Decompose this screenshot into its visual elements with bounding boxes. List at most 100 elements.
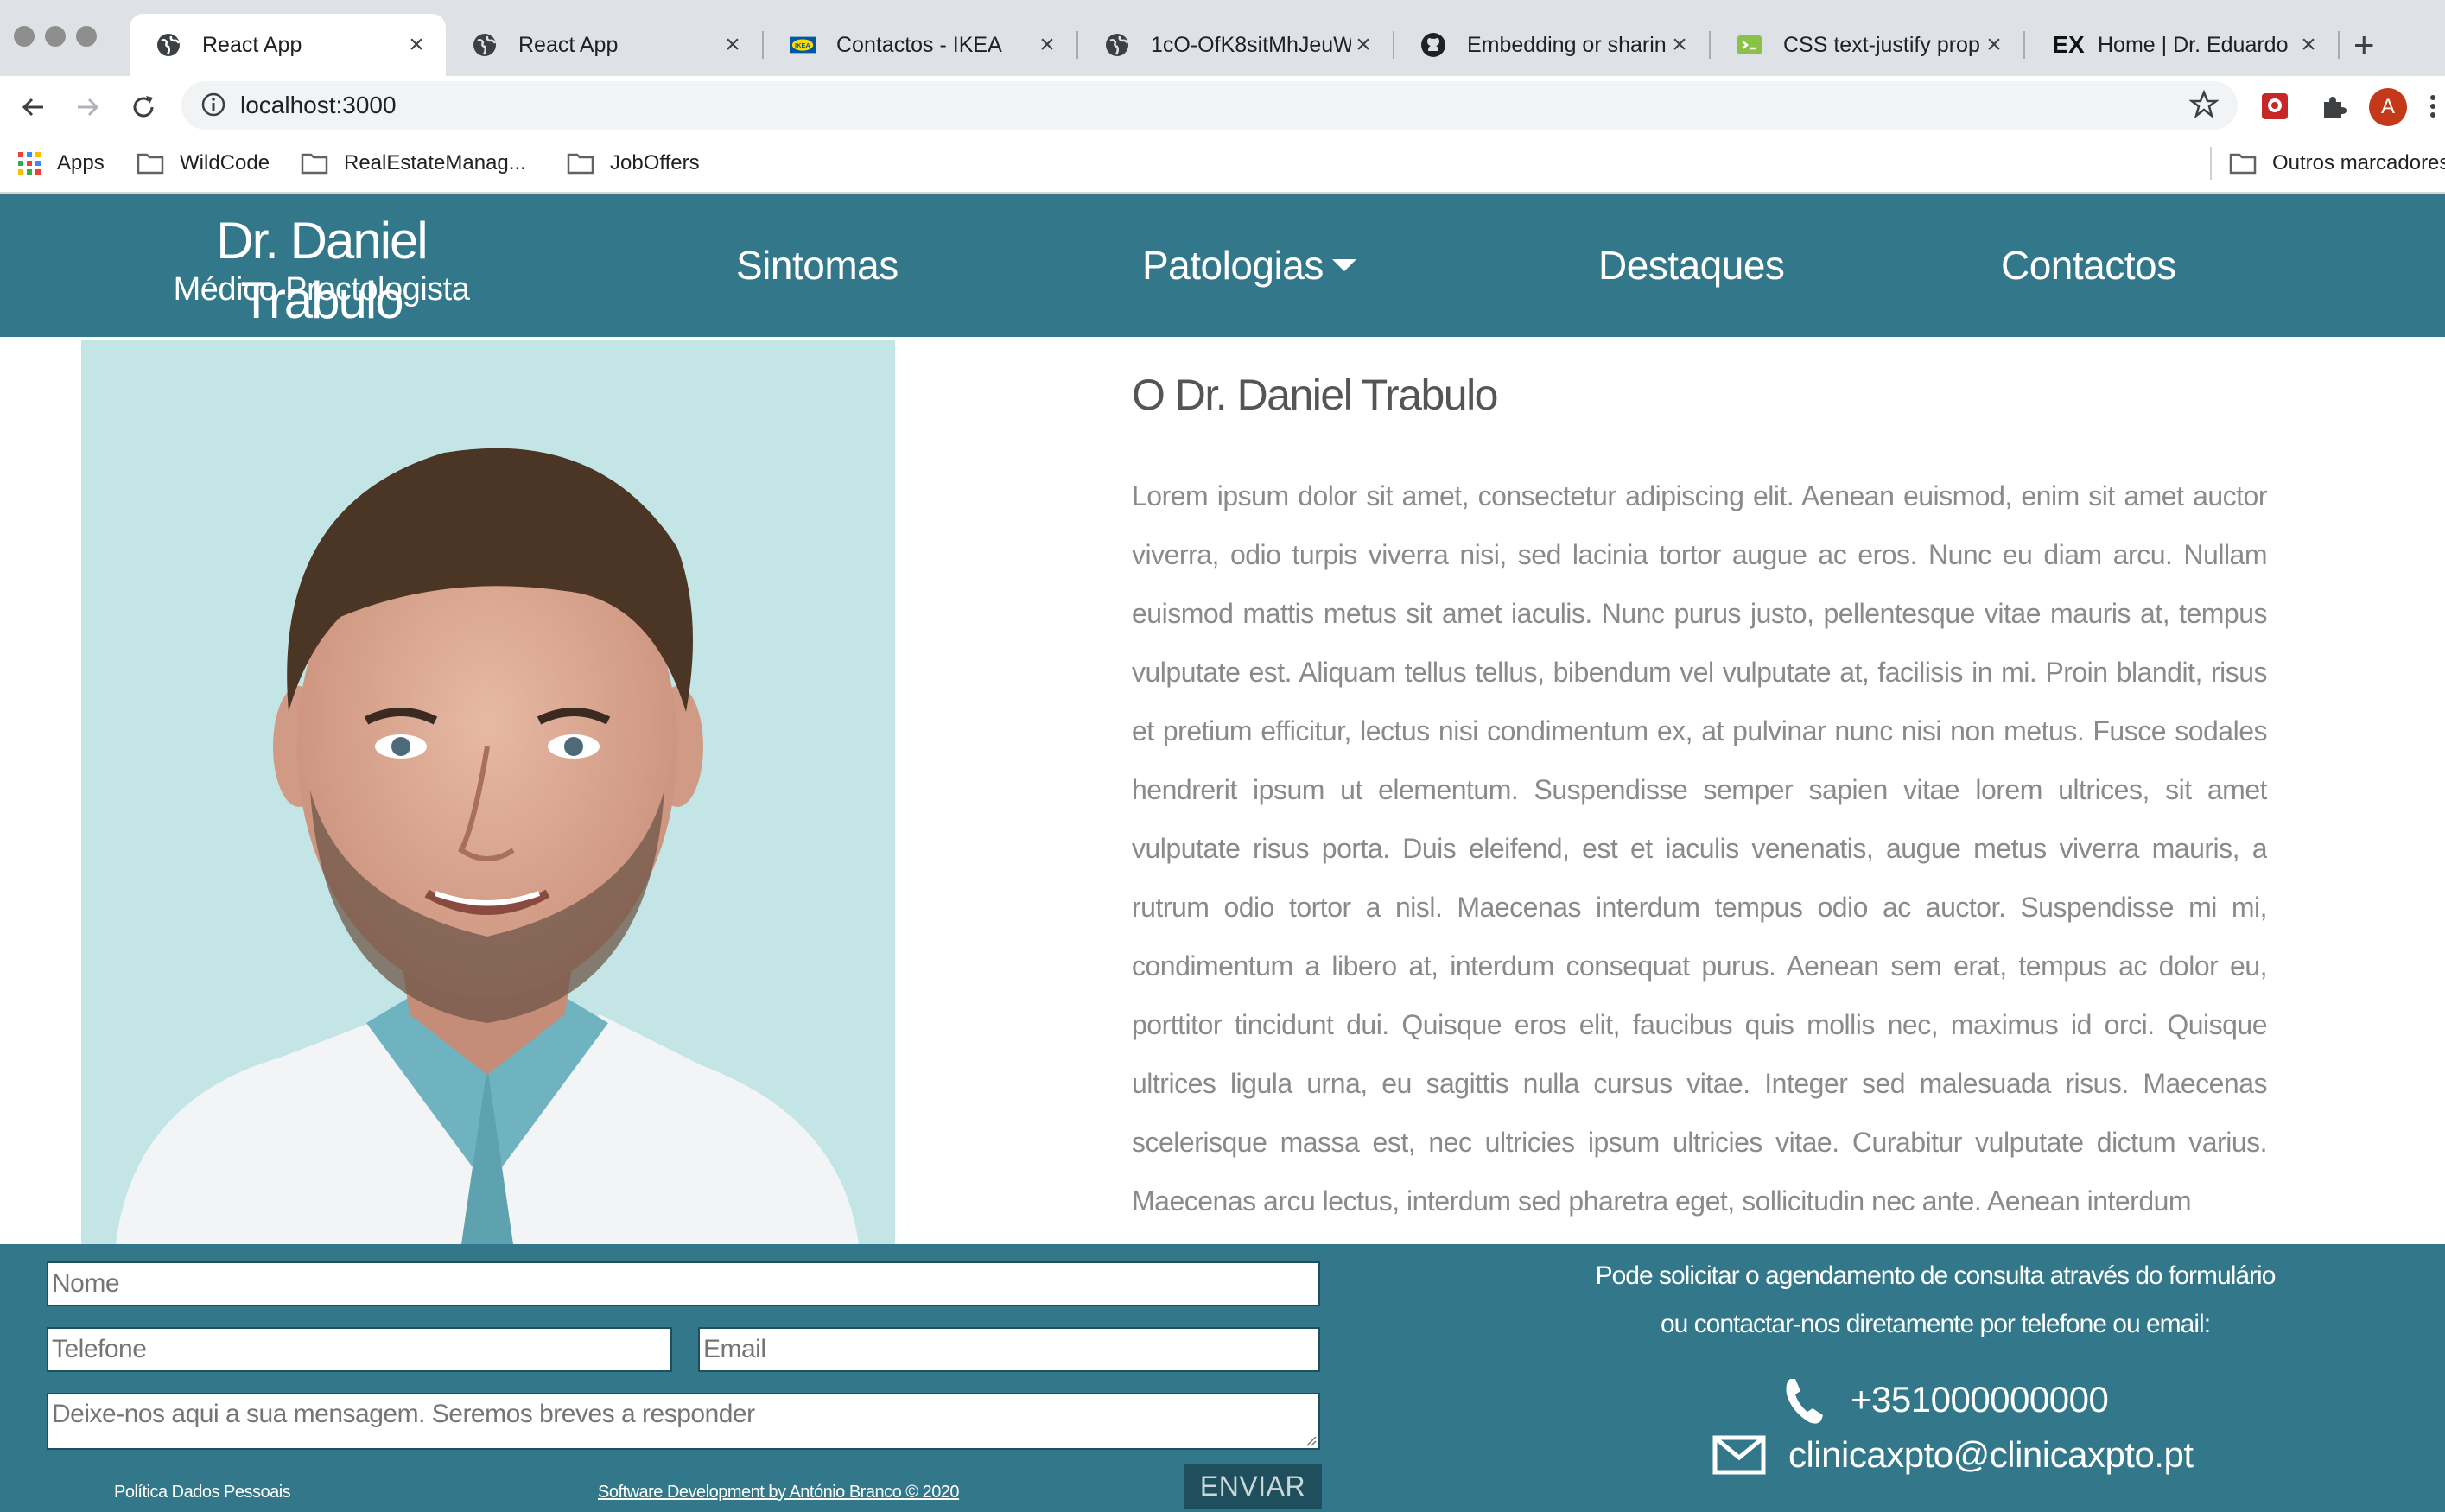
- browser-tab[interactable]: EX Home | Dr. Eduardo ×: [2025, 14, 2338, 76]
- github-icon: [1420, 32, 1446, 58]
- bookmark-label: Outros marcadores: [2272, 151, 2445, 175]
- nav-patologias-label: Patologias: [1142, 243, 1324, 288]
- site-info-icon[interactable]: [200, 92, 226, 118]
- phone-input[interactable]: [47, 1327, 672, 1372]
- send-button[interactable]: ENVIAR: [1184, 1464, 1322, 1509]
- profile-avatar[interactable]: A: [2369, 88, 2407, 126]
- folder-icon: [567, 152, 594, 175]
- arrow-left-icon: [22, 98, 43, 117]
- email-contact[interactable]: clinicaxpto@clinicaxpto.pt: [1712, 1434, 2194, 1476]
- ex-icon: EX: [2052, 31, 2085, 58]
- tab-title: Home | Dr. Eduardo: [2098, 32, 2289, 57]
- extension-red-icon: [2262, 93, 2288, 119]
- new-tab-button[interactable]: +: [2353, 19, 2375, 71]
- contact-info-line-2: ou contactar-nos diretamente por telefon…: [1660, 1310, 2211, 1338]
- message-textarea[interactable]: [48, 1394, 1318, 1448]
- tab-title: Embedding or sharing: [1467, 32, 1667, 57]
- url-text[interactable]: localhost:3000: [240, 92, 397, 119]
- brand-subtitle: Médico Proctologista: [173, 271, 470, 308]
- phone-number: +351000000000: [1851, 1379, 2109, 1420]
- about-title: O Dr. Daniel Trabulo: [1132, 371, 1498, 419]
- nav-sintomas[interactable]: Sintomas: [736, 242, 899, 289]
- tab-title: Contactos - IKEA: [836, 32, 1002, 57]
- email-address: clinicaxpto@clinicaxpto.pt: [1788, 1434, 2194, 1475]
- window-zoom-dot[interactable]: [76, 26, 97, 47]
- about-body-text: Lorem ipsum dolor sit amet, consectetur …: [1132, 480, 2267, 1217]
- tab-close-icon[interactable]: ×: [1667, 32, 1692, 58]
- bookmark-label: WildCode: [180, 151, 270, 175]
- bookmarks-bar: Apps WildCode RealEstateManag... JobOffe…: [0, 137, 2445, 194]
- bookmark-label: Apps: [57, 151, 105, 175]
- bookmark-label: JobOffers: [610, 151, 700, 175]
- extensions-menu-button[interactable]: [2315, 88, 2352, 124]
- globe-icon: [1104, 32, 1130, 58]
- browser-toolbar: localhost:3000 A: [0, 76, 2445, 137]
- browser-tab[interactable]: Embedding or sharing ×: [1394, 14, 1709, 76]
- bookmark-star-icon[interactable]: [2189, 90, 2219, 119]
- phone-icon: [1786, 1379, 1823, 1424]
- bookmarks-divider: [2210, 147, 2212, 180]
- nav-contactos[interactable]: Contactos: [2001, 242, 2176, 289]
- doctor-portrait-photo: [81, 340, 895, 1244]
- browser-tab[interactable]: IKEA Contactos - IKEA ×: [764, 14, 1076, 76]
- reload-icon: [133, 96, 154, 118]
- footer: Política Dados Pessoais Software Develop…: [0, 1244, 2445, 1512]
- phone-contact[interactable]: +351000000000: [1783, 1374, 2109, 1426]
- brand-name[interactable]: Dr. Daniel Trabulo: [131, 211, 511, 330]
- browser-tab-strip: React App × React App × IKEA Contactos -…: [0, 0, 2445, 76]
- tab-title: CSS text-justify prop: [1783, 32, 1980, 57]
- browser-tab[interactable]: React App ×: [446, 14, 762, 76]
- bookmark-label: RealEstateManag...: [344, 151, 526, 175]
- tab-close-icon[interactable]: ×: [721, 32, 745, 58]
- mail-icon: [1712, 1435, 1766, 1475]
- folder-icon: [2229, 152, 2257, 175]
- message-field[interactable]: [47, 1393, 1320, 1450]
- tab-title: React App: [202, 32, 302, 57]
- css-icon: [1737, 32, 1762, 58]
- bookmark-other[interactable]: Outros marcadores: [2229, 149, 2445, 178]
- tab-close-icon[interactable]: ×: [1351, 32, 1375, 58]
- caret-down-icon: [1331, 258, 1356, 271]
- developer-credit-link[interactable]: Software Development by António Branco ©…: [598, 1483, 960, 1502]
- bookmark-apps[interactable]: Apps: [17, 149, 105, 178]
- email-input[interactable]: [698, 1327, 1320, 1372]
- folder-icon: [137, 152, 164, 175]
- address-bar[interactable]: localhost:3000: [181, 81, 2238, 130]
- ikea-icon: IKEA: [790, 32, 816, 58]
- browser-tab[interactable]: CSS text-justify prop ×: [1711, 14, 2023, 76]
- site-header: Dr. Daniel Trabulo Médico Proctologista …: [0, 194, 2445, 337]
- bookmark-joboffers[interactable]: JobOffers: [567, 149, 700, 178]
- folder-icon: [301, 152, 328, 175]
- globe-icon: [472, 32, 498, 58]
- contact-info-line-1: Pode solicitar o agendamento de consulta…: [1595, 1261, 2277, 1290]
- tab-close-icon[interactable]: ×: [2296, 32, 2321, 58]
- resize-handle-icon[interactable]: [1305, 1434, 1317, 1446]
- browser-tab[interactable]: React App ×: [130, 14, 446, 76]
- tab-title: React App: [518, 32, 619, 57]
- tab-title: 1cO-OfK8sitMhJeuW: [1151, 32, 1351, 57]
- extension-button[interactable]: [2257, 88, 2293, 124]
- tab-close-icon[interactable]: ×: [1035, 32, 1059, 58]
- window-minimize-dot[interactable]: [45, 26, 66, 47]
- nav-patologias[interactable]: Patologias: [1142, 242, 1356, 289]
- kebab-menu-icon: [2430, 95, 2435, 118]
- tab-close-icon[interactable]: ×: [404, 32, 429, 58]
- tab-separator: [2338, 31, 2340, 59]
- reload-button[interactable]: [124, 88, 162, 126]
- bookmark-wildcode[interactable]: WildCode: [137, 149, 270, 178]
- svg-text:IKEA: IKEA: [795, 41, 811, 49]
- tab-close-icon[interactable]: ×: [1982, 32, 2006, 58]
- back-button[interactable]: [14, 88, 52, 126]
- nav-destaques[interactable]: Destaques: [1598, 242, 1785, 289]
- window-close-dot[interactable]: [14, 26, 35, 47]
- puzzle-icon: [2324, 97, 2347, 118]
- browser-menu-button[interactable]: [2424, 88, 2442, 124]
- privacy-policy-link[interactable]: Política Dados Pessoais: [114, 1483, 291, 1502]
- browser-tab[interactable]: 1cO-OfK8sitMhJeuW ×: [1078, 14, 1393, 76]
- arrow-right-icon: [78, 98, 99, 117]
- forward-button[interactable]: [69, 88, 107, 126]
- globe-icon: [156, 32, 181, 58]
- name-input[interactable]: [47, 1261, 1320, 1306]
- apps-grid-icon: [17, 151, 41, 175]
- bookmark-realestate[interactable]: RealEstateManag...: [301, 149, 526, 178]
